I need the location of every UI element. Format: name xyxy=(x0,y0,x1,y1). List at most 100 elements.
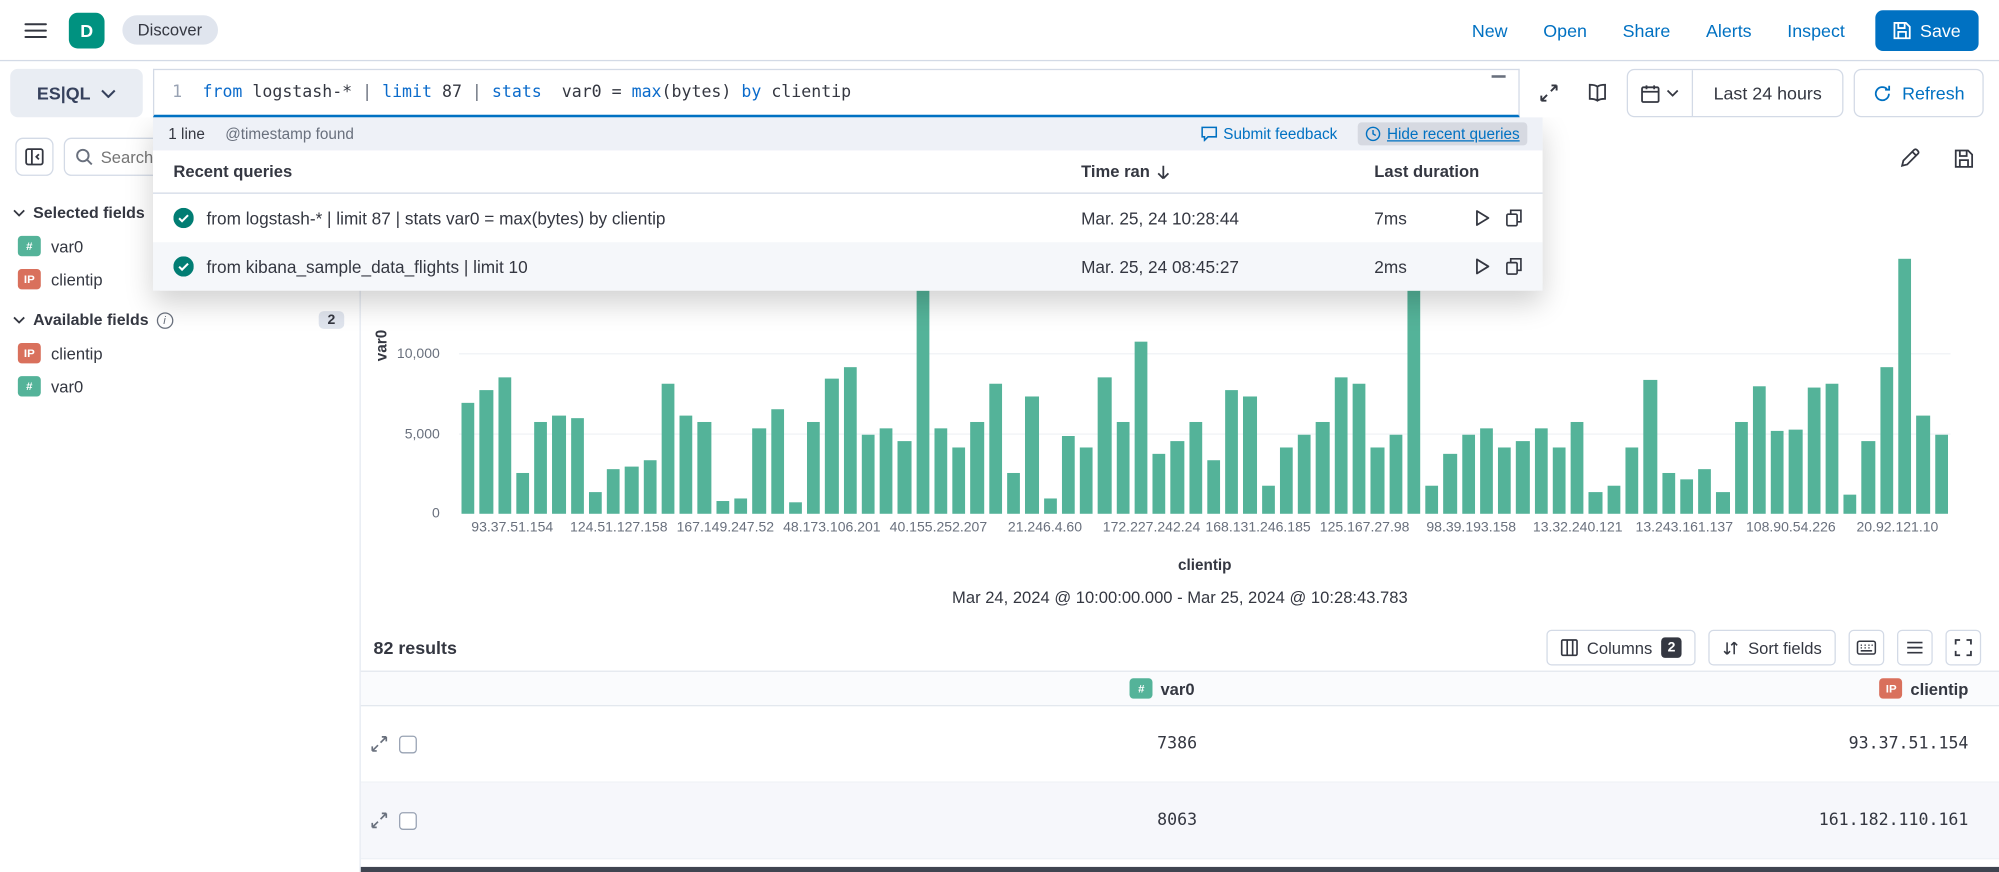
bar[interactable] xyxy=(571,418,584,514)
columns-button[interactable]: Columns 2 xyxy=(1546,630,1696,666)
bar[interactable] xyxy=(1334,377,1347,514)
bar[interactable] xyxy=(1116,421,1129,513)
bar[interactable] xyxy=(1589,491,1602,513)
save-button[interactable]: Save xyxy=(1875,10,1978,51)
available-fields-header[interactable]: Available fields i 2 xyxy=(0,296,360,337)
bar[interactable] xyxy=(462,402,475,514)
bar[interactable] xyxy=(1753,386,1766,513)
bar[interactable] xyxy=(1807,388,1820,514)
bar[interactable] xyxy=(1462,434,1475,514)
column-header-var0[interactable]: # var0 xyxy=(1130,678,1197,698)
hide-recent-queries-link[interactable]: Hide recent queries xyxy=(1358,122,1528,145)
bar[interactable] xyxy=(716,501,729,514)
topbar-link-alerts[interactable]: Alerts xyxy=(1706,20,1752,40)
bar[interactable] xyxy=(989,383,1002,514)
topbar-link-new[interactable]: New xyxy=(1472,20,1508,40)
bar[interactable] xyxy=(1862,440,1875,513)
bar[interactable] xyxy=(1407,291,1420,514)
breadcrumb[interactable]: Discover xyxy=(122,15,217,44)
space-avatar[interactable]: D xyxy=(69,12,105,48)
topbar-link-inspect[interactable]: Inspect xyxy=(1787,20,1845,40)
bar[interactable] xyxy=(680,415,693,514)
expand-row-icon[interactable] xyxy=(371,736,388,753)
bar[interactable] xyxy=(1480,428,1493,514)
bar[interactable] xyxy=(752,428,765,514)
sort-fields-button[interactable]: Sort fields xyxy=(1709,630,1836,666)
bar[interactable] xyxy=(1898,259,1911,514)
bar[interactable] xyxy=(1680,479,1693,514)
esql-language-button[interactable]: ES|QL xyxy=(10,69,143,117)
bar[interactable] xyxy=(1535,428,1548,514)
bar[interactable] xyxy=(1244,396,1257,514)
bar[interactable] xyxy=(898,440,911,513)
bar[interactable] xyxy=(1098,377,1111,514)
expand-row-icon[interactable] xyxy=(371,812,388,829)
bar[interactable] xyxy=(843,367,856,514)
bar[interactable] xyxy=(589,491,602,513)
bar[interactable] xyxy=(1080,447,1093,514)
run-query-play-icon[interactable] xyxy=(1475,209,1490,227)
bar[interactable] xyxy=(1171,440,1184,513)
bar[interactable] xyxy=(607,469,620,514)
bar[interactable] xyxy=(1353,383,1366,514)
copy-query-icon[interactable] xyxy=(1506,258,1523,276)
bar[interactable] xyxy=(1262,485,1275,514)
bar[interactable] xyxy=(1607,485,1620,514)
bar[interactable] xyxy=(1043,498,1056,514)
recent-query-row[interactable]: from logstash-* | limit 87 | stats var0 … xyxy=(153,194,1543,242)
row-checkbox[interactable] xyxy=(399,811,417,829)
bar[interactable] xyxy=(953,447,966,514)
esql-query-editor[interactable]: 1 from logstash-* | limit 87 | stats var… xyxy=(153,69,1520,117)
row-checkbox[interactable] xyxy=(399,735,417,753)
bar[interactable] xyxy=(1571,421,1584,513)
bar[interactable] xyxy=(807,421,820,513)
run-query-play-icon[interactable] xyxy=(1475,258,1490,276)
bar[interactable] xyxy=(1189,421,1202,513)
bar[interactable] xyxy=(698,421,711,513)
bar[interactable] xyxy=(662,383,675,514)
bar[interactable] xyxy=(1516,440,1529,513)
bar[interactable] xyxy=(734,498,747,514)
bar[interactable] xyxy=(1425,485,1438,514)
bar[interactable] xyxy=(789,503,802,514)
submit-feedback-link[interactable]: Submit feedback xyxy=(1200,125,1337,143)
bar[interactable] xyxy=(1844,495,1857,514)
bar[interactable] xyxy=(1062,436,1075,514)
bar[interactable] xyxy=(1225,389,1238,513)
bar[interactable] xyxy=(1298,434,1311,514)
copy-query-icon[interactable] xyxy=(1506,209,1523,227)
bar[interactable] xyxy=(880,428,893,514)
bar[interactable] xyxy=(498,377,511,514)
bar[interactable] xyxy=(625,466,638,514)
documentation-book-icon[interactable] xyxy=(1578,69,1616,117)
field-item-var0[interactable]: #var0 xyxy=(0,370,360,403)
bar[interactable] xyxy=(1826,383,1839,514)
bar[interactable] xyxy=(1625,447,1638,514)
bar[interactable] xyxy=(534,421,547,513)
bar[interactable] xyxy=(1207,460,1220,514)
bar[interactable] xyxy=(971,421,984,513)
bar[interactable] xyxy=(825,378,838,513)
date-picker-button[interactable] xyxy=(1628,70,1693,116)
display-options-icon[interactable] xyxy=(1897,630,1933,666)
time-ran-sort-header[interactable]: Time ran xyxy=(1081,162,1374,181)
bar[interactable] xyxy=(1153,453,1166,514)
bar[interactable] xyxy=(1280,447,1293,514)
bar[interactable] xyxy=(771,409,784,514)
bar[interactable] xyxy=(1134,342,1147,514)
time-range-label[interactable]: Last 24 hours xyxy=(1693,83,1842,103)
save-visualization-icon[interactable] xyxy=(1945,140,1981,176)
bar[interactable] xyxy=(916,291,929,514)
bar[interactable] xyxy=(480,389,493,513)
bar[interactable] xyxy=(1007,472,1020,513)
bar[interactable] xyxy=(1316,421,1329,513)
bar[interactable] xyxy=(516,472,529,513)
bar[interactable] xyxy=(1735,421,1748,513)
bar[interactable] xyxy=(552,415,565,514)
bar[interactable] xyxy=(1880,367,1893,514)
bar[interactable] xyxy=(1025,396,1038,514)
edit-visualization-pencil-icon[interactable] xyxy=(1892,140,1928,176)
bar[interactable] xyxy=(1698,469,1711,514)
fullscreen-icon[interactable] xyxy=(1945,630,1981,666)
bar[interactable] xyxy=(643,460,656,514)
